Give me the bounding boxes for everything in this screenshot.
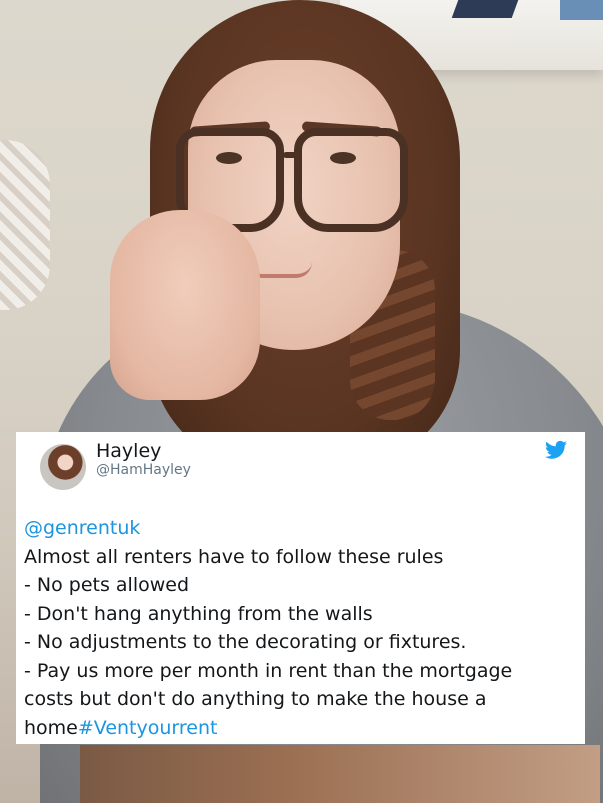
tweet-line: costs but don't do anything to make the … xyxy=(24,688,487,710)
tweet-body: @genrentuk Almost all renters have to fo… xyxy=(24,514,564,742)
author-name[interactable]: Hayley xyxy=(96,440,161,462)
hand xyxy=(110,210,260,400)
shelf-object xyxy=(451,0,519,18)
tweet-line: Almost all renters have to follow these … xyxy=(24,545,444,568)
hair-bottom xyxy=(80,745,600,803)
shelf-object xyxy=(560,0,603,20)
tweet-line: - Don't hang anything from the walls xyxy=(24,602,373,625)
glasses-lens xyxy=(294,128,408,232)
avatar[interactable] xyxy=(40,444,86,490)
pillow xyxy=(0,140,50,310)
tweet-line: - Pay us more per month in rent than the… xyxy=(24,659,513,682)
hashtag-link[interactable]: #Ventyourrent xyxy=(78,717,218,739)
tweet-line: - No pets allowed xyxy=(24,574,190,596)
tweet-line: home xyxy=(24,716,78,739)
glasses-bridge xyxy=(283,152,301,158)
author-handle[interactable]: @HamHayley xyxy=(96,462,191,478)
twitter-bird-icon[interactable] xyxy=(545,440,567,460)
mention-link[interactable]: @genrentuk xyxy=(24,517,140,539)
tweet-line: - No adjustments to the decorating or fi… xyxy=(24,631,467,653)
tweet-card: Hayley @HamHayley @genrentuk Almost all … xyxy=(16,432,585,744)
